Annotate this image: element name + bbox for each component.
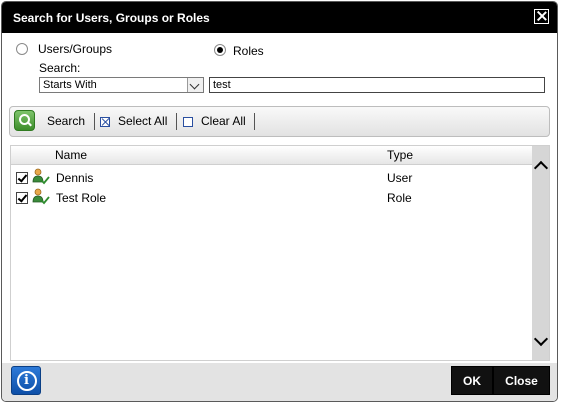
users-groups-radio[interactable] <box>16 43 28 55</box>
info-icon[interactable]: i <box>11 366 41 395</box>
chevron-down-icon[interactable] <box>533 331 549 347</box>
row-name: Test Role <box>56 191 107 205</box>
row-type: Role <box>387 191 412 205</box>
match-type-value: Starts With <box>43 79 97 91</box>
chevron-down-icon[interactable] <box>187 78 203 92</box>
close-button[interactable]: Close <box>493 366 550 395</box>
roles-label: Roles <box>233 44 264 58</box>
dialog-titlebar: Search for Users, Groups or Roles <box>2 2 557 33</box>
user-role-icon <box>32 188 50 205</box>
roles-radio[interactable] <box>214 44 226 56</box>
column-header-name[interactable]: Name <box>55 148 87 162</box>
grid-header: Name Type <box>11 146 533 165</box>
row-checkbox[interactable] <box>16 172 28 184</box>
chevron-up-icon[interactable] <box>533 160 549 176</box>
row-checkbox[interactable] <box>16 192 28 204</box>
empty-box-icon[interactable] <box>183 117 193 127</box>
checked-box-icon[interactable] <box>100 117 110 127</box>
match-type-select[interactable]: Starts With <box>39 77 204 93</box>
close-icon[interactable] <box>534 9 549 24</box>
row-name: Dennis <box>56 171 94 185</box>
search-label: Search: <box>39 61 81 75</box>
table-row[interactable]: Dennis User <box>11 168 533 188</box>
users-groups-label: Users/Groups <box>38 42 113 56</box>
dialog-footer: i OK Close <box>2 363 557 401</box>
results-grid: Name Type Dennis User Test Role Role <box>10 145 550 361</box>
toolbar-divider <box>176 113 177 130</box>
toolbar-divider <box>254 113 255 130</box>
search-mode-group: Users/Groups Roles <box>2 42 557 60</box>
table-row[interactable]: Test Role Role <box>11 188 533 208</box>
user-role-icon <box>32 168 50 185</box>
row-type: User <box>387 171 413 185</box>
search-icon[interactable] <box>14 110 35 131</box>
clear-all-button[interactable]: Clear All <box>201 107 246 136</box>
search-dialog: Search for Users, Groups or Roles Users/… <box>1 1 558 402</box>
dialog-title: Search for Users, Groups or Roles <box>13 11 210 25</box>
info-symbol: i <box>24 373 29 388</box>
search-button[interactable]: Search <box>47 107 85 136</box>
select-all-button[interactable]: Select All <box>118 107 167 136</box>
toolbar-divider <box>94 113 95 130</box>
search-input[interactable]: test <box>209 77 545 93</box>
results-toolbar: Search Select All Clear All <box>9 106 550 137</box>
vertical-scrollbar[interactable] <box>532 146 549 360</box>
ok-button[interactable]: OK <box>451 366 493 395</box>
column-header-type[interactable]: Type <box>387 148 413 162</box>
